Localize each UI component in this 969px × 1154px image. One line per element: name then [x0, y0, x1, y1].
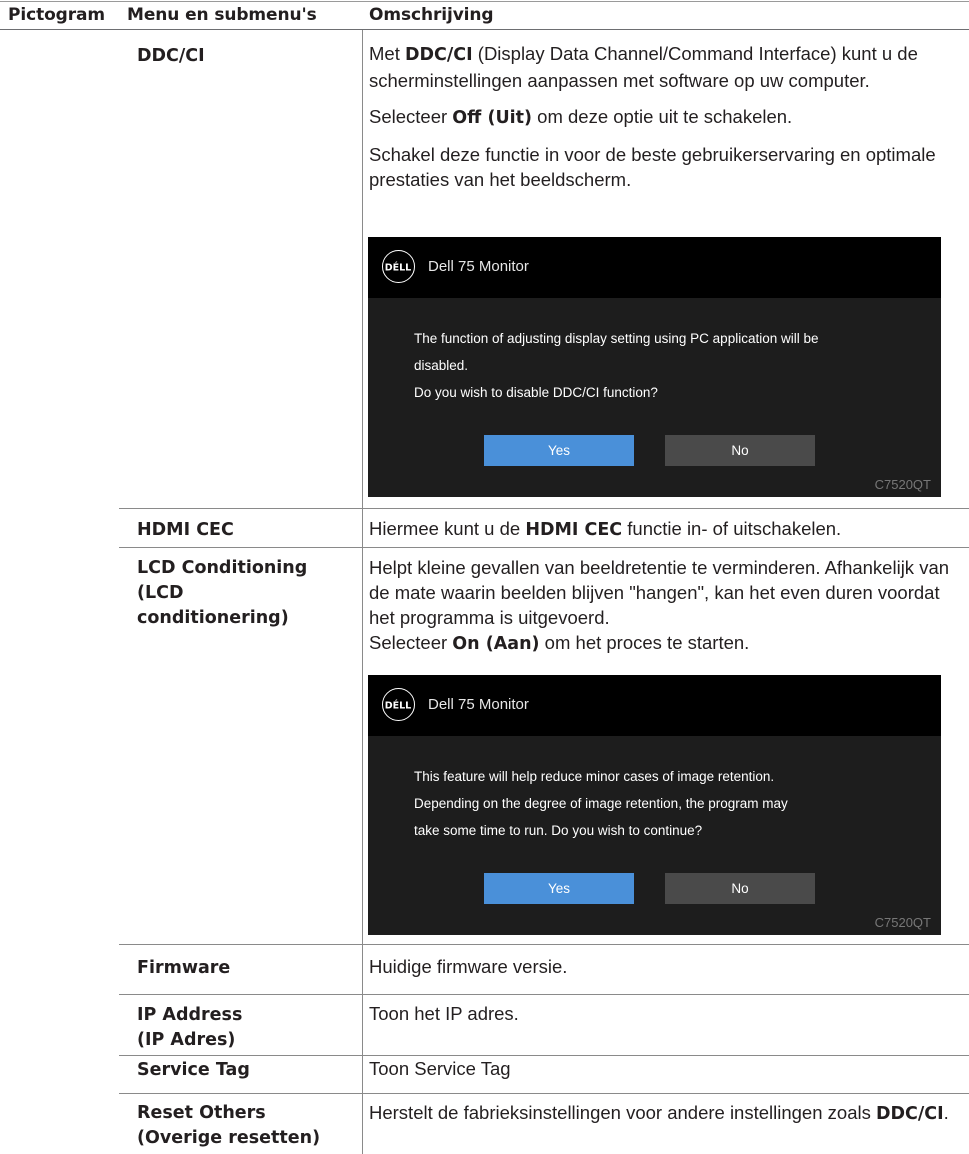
menu-reset-others: Reset Others (Overige resetten)	[137, 1103, 321, 1148]
desc-ddcci-p1: Met DDC/CI (Display Data Channel/Command…	[369, 43, 918, 91]
lcd-dialog: DÉLL Dell 75 Monitor This feature will h…	[368, 675, 941, 935]
svg-text:DÉLL: DÉLL	[385, 700, 411, 712]
header-menu: Menu en submenu's	[127, 5, 317, 25]
header-bottom-rule	[0, 29, 969, 30]
table-header: Pictogram Menu en submenu's Omschrijving	[0, 0, 969, 30]
dialog-message: The function of adjusting display settin…	[414, 331, 819, 400]
desc-firmware: Huidige firmware versie.	[369, 956, 568, 977]
desc-ddcci-p3: Schakel deze functie in voor de beste ge…	[369, 144, 936, 190]
menu-service-tag: Service Tag	[137, 1060, 250, 1080]
desc-ip-address: Toon het IP adres.	[369, 1003, 519, 1024]
no-button[interactable]: No	[665, 873, 815, 904]
desc-service-tag: Toon Service Tag	[369, 1058, 511, 1079]
menu-ip-address: IP Address (IP Adres)	[137, 1005, 243, 1050]
desc-lcd-conditioning: Helpt kleine gevallen van beeldretentie …	[369, 557, 950, 654]
row-separator	[119, 1093, 969, 1094]
dell-logo-icon: DÉLL	[382, 250, 415, 283]
menu-firmware: Firmware	[137, 958, 231, 978]
dell-logo-icon: DÉLL	[382, 688, 415, 721]
row-separator	[119, 547, 969, 548]
desc-ddcci: Met DDC/CI (Display Data Channel/Command…	[369, 41, 964, 192]
model-label: C7520QT	[874, 477, 931, 492]
row-separator	[119, 508, 969, 509]
yes-button[interactable]: Yes	[484, 435, 634, 466]
dialog-title: Dell 75 Monitor	[428, 696, 529, 713]
column-divider	[362, 30, 363, 1154]
desc-hdmi-cec: Hiermee kunt u de HDMI CEC functie in- o…	[369, 518, 842, 540]
no-button[interactable]: No	[665, 435, 815, 466]
header-top-rule	[0, 1, 969, 2]
header-description: Omschrijving	[369, 5, 494, 25]
model-label: C7520QT	[874, 915, 931, 930]
row-separator	[119, 994, 969, 995]
dialog-title: Dell 75 Monitor	[428, 258, 529, 275]
dialog-message: This feature will help reduce minor case…	[414, 769, 788, 838]
menu-lcd-conditioning: LCD Conditioning (LCD conditionering)	[137, 558, 308, 628]
desc-ddcci-p2: Selecteer Off (Uit) om deze optie uit te…	[369, 106, 793, 128]
desc-reset-others: Herstelt de fabrieksinstellingen voor an…	[369, 1102, 949, 1124]
header-pictogram: Pictogram	[8, 5, 106, 25]
menu-hdmi-cec: HDMI CEC	[137, 520, 234, 540]
menu-ddcci: DDC/CI	[137, 46, 205, 66]
yes-button[interactable]: Yes	[484, 873, 634, 904]
ddcci-dialog: DÉLL Dell 75 Monitor The function of adj…	[368, 237, 941, 497]
svg-text:DÉLL: DÉLL	[385, 262, 411, 274]
row-separator	[119, 944, 969, 945]
